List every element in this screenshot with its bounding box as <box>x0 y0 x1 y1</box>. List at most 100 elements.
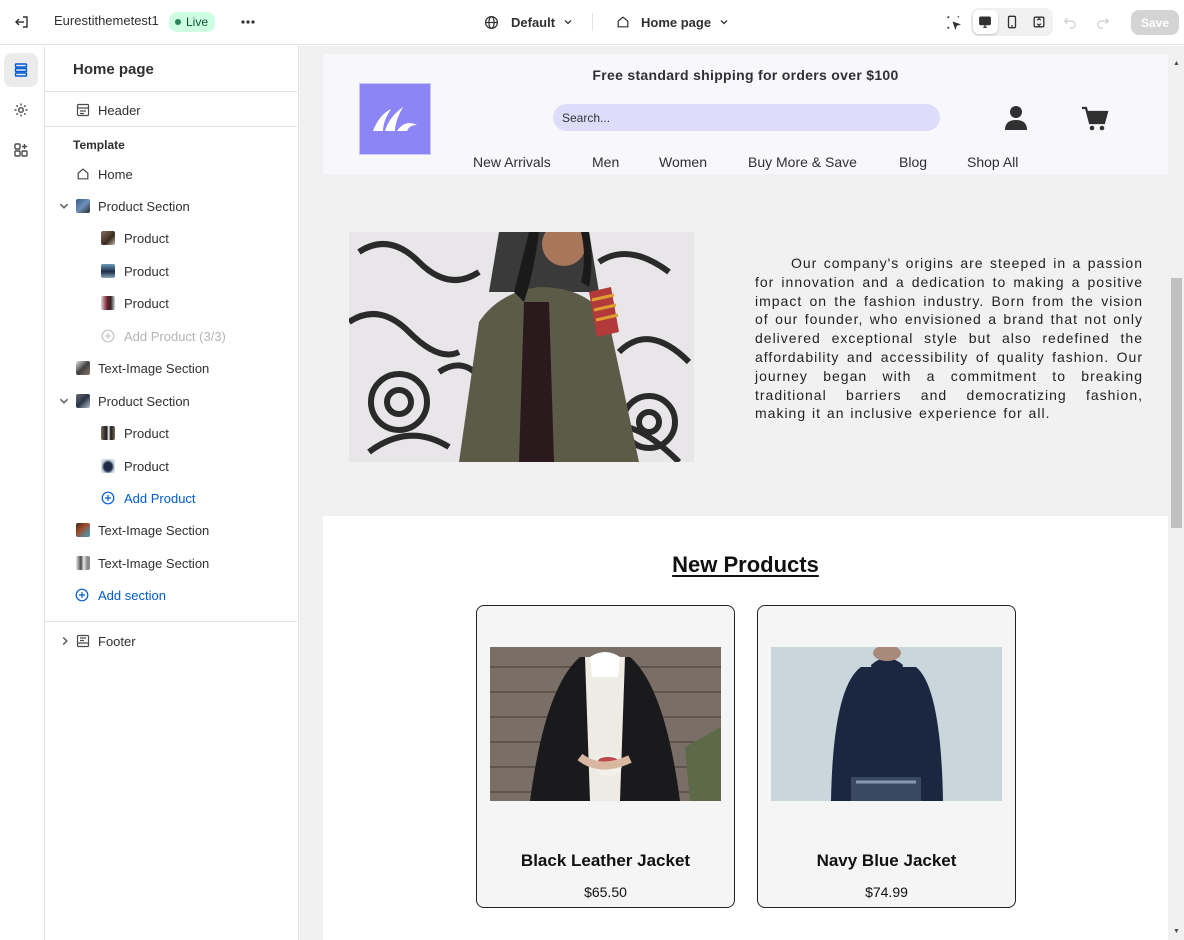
settings-icon[interactable] <box>4 93 38 127</box>
plus-circle-icon <box>101 491 115 505</box>
sidebar-item-text-image-section[interactable]: Text-Image Section <box>45 354 297 382</box>
sidebar-item-text-image-section[interactable]: Text-Image Section <box>45 516 297 544</box>
globe-icon <box>484 15 499 29</box>
product-price: $74.99 <box>865 884 908 900</box>
theme-preview: Free standard shipping for orders over $… <box>300 46 1184 940</box>
sidebar-item-product[interactable]: Product <box>45 224 297 252</box>
sidebar-item-product[interactable]: Product <box>45 257 297 285</box>
section-thumbnail-icon <box>76 361 90 375</box>
chevron-down-icon[interactable] <box>58 395 70 407</box>
sidebar-item-product-section-2[interactable]: Product Section <box>45 387 297 415</box>
save-button[interactable]: Save <box>1131 10 1179 35</box>
product-thumbnail-icon <box>101 264 115 278</box>
chevron-down-icon <box>720 20 728 25</box>
storefront-frame: Free standard shipping for orders over $… <box>323 54 1168 940</box>
product-thumbnail-icon <box>101 459 115 473</box>
sidebar-item-product[interactable]: Product <box>45 452 297 480</box>
home-icon <box>77 168 89 180</box>
store-logo[interactable] <box>359 83 431 155</box>
fullscreen-icon[interactable] <box>1026 10 1051 34</box>
sidebar-item-home[interactable]: Home <box>45 160 297 188</box>
plus-circle-icon <box>75 588 89 602</box>
add-product-button[interactable]: Add Product <box>45 484 297 512</box>
section-thumbnail-icon <box>76 523 90 537</box>
announcement-bar: Free standard shipping for orders over $… <box>592 67 899 83</box>
sidebar-item-label: Text-Image Section <box>98 522 210 538</box>
undo-icon[interactable] <box>1060 12 1080 32</box>
sections-icon[interactable] <box>4 53 38 87</box>
page-selector-label: Home page <box>641 14 712 30</box>
sidebar-item-product[interactable]: Product <box>45 289 297 317</box>
nav-link-men[interactable]: Men <box>592 154 619 170</box>
footer-layout-icon <box>76 634 90 648</box>
search-input[interactable] <box>553 104 940 131</box>
chevron-down-icon[interactable] <box>58 200 70 212</box>
nav-link-new-arrivals[interactable]: New Arrivals <box>473 154 551 170</box>
sidebar-item-label: Product <box>124 230 169 246</box>
add-product-label: Add Product (3/3) <box>124 328 226 344</box>
sidebar-item-label: Header <box>98 102 141 118</box>
section-thumbnail-icon <box>76 199 90 213</box>
account-icon[interactable] <box>1004 104 1028 132</box>
product-name: Black Leather Jacket <box>520 851 691 870</box>
add-product-disabled-button[interactable]: Add Product (3/3) <box>45 322 297 350</box>
sidebar-title: Home page <box>73 61 154 78</box>
status-dot-icon <box>175 19 181 25</box>
site-header: Free standard shipping for orders over $… <box>323 54 1168 174</box>
sidebar-divider <box>45 126 297 127</box>
editor-topbar: Eurestithemetest1 Live Default Home page… <box>0 0 1184 45</box>
apps-icon[interactable] <box>4 133 38 167</box>
scroll-up-icon[interactable]: ▲ <box>1173 60 1180 67</box>
chevron-right-icon[interactable] <box>59 635 71 647</box>
section-thumbnail-icon <box>76 556 90 570</box>
scrollbar-thumb[interactable] <box>1171 278 1182 528</box>
exit-icon[interactable] <box>12 12 32 32</box>
sidebar-item-label: Product <box>124 425 169 441</box>
theme-selector[interactable]: Default <box>484 10 573 34</box>
home-icon <box>617 16 629 28</box>
product-image <box>490 647 721 801</box>
nav-link-women[interactable]: Women <box>659 154 707 170</box>
topbar-divider <box>592 13 593 31</box>
sidebar-item-label: Product <box>124 263 169 279</box>
about-text: Our company's origins are steeped in a p… <box>755 255 1143 422</box>
sidebar-divider <box>45 91 297 92</box>
sidebar-item-product-section-1[interactable]: Product Section <box>45 192 297 220</box>
redo-icon[interactable] <box>1093 12 1113 32</box>
nav-link-shop-all[interactable]: Shop All <box>967 154 1018 170</box>
new-products-section: New Products Black Leather Jacket $65.50… <box>323 516 1168 940</box>
live-status-label: Live <box>186 15 209 29</box>
logo-mark-icon <box>373 107 417 131</box>
sidebar-item-label: Text-Image Section <box>98 555 210 571</box>
scroll-down-icon[interactable]: ▼ <box>1173 928 1180 935</box>
product-card[interactable]: Black Leather Jacket $65.50 <box>476 605 735 908</box>
sidebar-item-label: Product Section <box>98 393 190 409</box>
sidebar-item-product[interactable]: Product <box>45 419 297 447</box>
sidebar-item-label: Product <box>124 295 169 311</box>
product-card[interactable]: Navy Blue Jacket $74.99 <box>757 605 1016 908</box>
sidebar-item-footer[interactable]: Footer <box>45 627 297 655</box>
sidebar-item-label: Home <box>98 166 133 182</box>
cart-icon[interactable] <box>1081 104 1109 132</box>
sidebar-item-text-image-section[interactable]: Text-Image Section <box>45 549 297 577</box>
nav-link-blog[interactable]: Blog <box>899 154 927 170</box>
sidebar-item-label: Product Section <box>98 198 190 214</box>
more-icon[interactable] <box>238 12 258 32</box>
nav-link-buy-more-save[interactable]: Buy More & Save <box>748 154 857 170</box>
product-image <box>771 647 1002 801</box>
section-thumbnail-icon <box>76 394 90 408</box>
sidebar-divider <box>45 621 297 622</box>
live-status-badge: Live <box>169 12 216 32</box>
desktop-icon[interactable] <box>973 10 998 34</box>
inspect-icon[interactable] <box>943 12 963 32</box>
product-thumbnail-icon <box>101 231 115 245</box>
product-thumbnail-icon <box>101 426 115 440</box>
text-image-section: Our company's origins are steeped in a p… <box>323 174 1168 516</box>
preview-scrollbar[interactable]: ▲ ▼ <box>1169 56 1184 940</box>
product-name: Navy Blue Jacket <box>816 851 957 870</box>
add-section-button[interactable]: Add section <box>45 581 297 609</box>
mobile-icon[interactable] <box>1000 10 1025 34</box>
sidebar-item-header[interactable]: Header <box>45 96 297 124</box>
sidebar-item-label: Footer <box>98 633 136 649</box>
page-selector[interactable]: Home page <box>616 10 729 34</box>
